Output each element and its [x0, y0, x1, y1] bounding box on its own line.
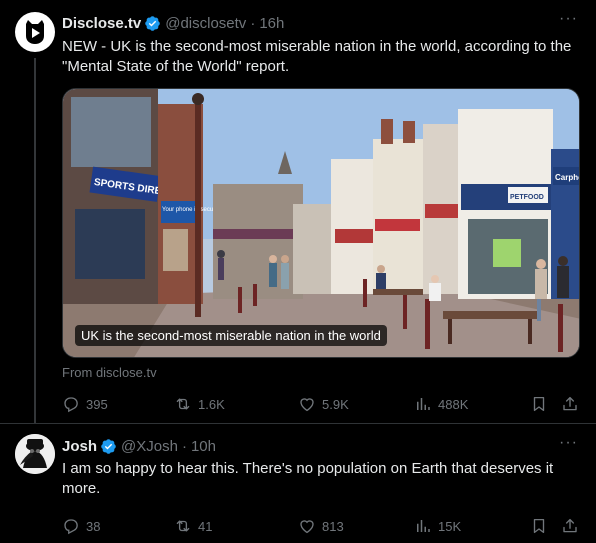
author-handle[interactable]: @XJosh [121, 438, 178, 455]
retweet-count: 41 [198, 518, 213, 534]
tweet-header: Josh @XJosh · 10h [62, 436, 216, 456]
like-button[interactable]: 5.9K [298, 394, 349, 414]
tweet-timestamp[interactable]: 10h [191, 438, 216, 455]
link-source[interactable]: From disclose.tv [62, 365, 157, 380]
tweet-text: I am so happy to hear this. There's no p… [62, 460, 554, 497]
like-count: 813 [322, 518, 344, 534]
more-options-icon[interactable]: ··· [559, 10, 578, 28]
tweet-xjosh[interactable]: Josh @XJosh · 10h ··· I am so happy to h… [0, 423, 596, 543]
share-icon [561, 517, 579, 535]
retweet-icon [174, 517, 192, 535]
disclose-logo-icon[interactable] [15, 12, 55, 52]
tweet-text: NEW - UK is the second-most miserable na… [62, 38, 572, 75]
author-handle[interactable]: @disclosetv [165, 15, 246, 32]
tweet-header: Disclose.tv @disclosetv · 16h [62, 13, 284, 33]
reply-icon [62, 395, 80, 413]
separator-dot: · [181, 437, 187, 455]
retweet-button[interactable]: 41 [174, 516, 212, 536]
carphone-sign: Carphone [555, 173, 580, 182]
petfood-sign-label: PETFOOD [510, 194, 544, 201]
reply-icon [62, 517, 80, 535]
views-button[interactable]: 488K [414, 394, 468, 414]
heart-icon [298, 395, 316, 413]
reply-button[interactable]: 395 [62, 394, 108, 414]
retweet-icon [174, 395, 192, 413]
tweet-actions: 38 41 813 15K [62, 516, 582, 536]
verified-badge-icon [100, 438, 117, 455]
share-button[interactable] [561, 516, 579, 536]
views-count: 15K [438, 518, 462, 534]
views-count: 488K [438, 396, 469, 412]
more-options-icon[interactable]: ··· [559, 434, 578, 452]
share-icon [561, 395, 579, 413]
heart-icon [298, 517, 316, 535]
plague-doctor-avatar-icon[interactable] [15, 434, 55, 474]
bookmark-icon [530, 517, 548, 535]
views-chart-icon [414, 395, 432, 413]
phone-shop-poster: Your phone in secure [162, 207, 219, 213]
tweet-media-card[interactable]: SPORTS DIRECT Your phone in secure PETFO… [62, 88, 580, 358]
verified-badge-icon [144, 15, 161, 32]
bookmark-button[interactable] [530, 516, 548, 536]
separator-dot: · [250, 14, 256, 32]
tweet-disclosetv[interactable]: Disclose.tv @disclosetv · 16h ··· NEW - … [0, 0, 596, 423]
media-caption: UK is the second-most miserable nation i… [75, 325, 387, 346]
reply-button[interactable]: 38 [62, 516, 100, 536]
street-scene-image: SPORTS DIRECT Your phone in secure PETFO… [63, 89, 580, 357]
share-button[interactable] [561, 394, 579, 414]
thread-connector-line [34, 58, 36, 423]
author-name[interactable]: Disclose.tv [62, 15, 141, 32]
bookmark-icon [530, 395, 548, 413]
views-chart-icon [414, 517, 432, 535]
author-name[interactable]: Josh [62, 438, 97, 455]
reply-count: 38 [86, 518, 101, 534]
like-button[interactable]: 813 [298, 516, 344, 536]
tweet-timestamp[interactable]: 16h [259, 15, 284, 32]
views-button[interactable]: 15K [414, 516, 461, 536]
tweet-actions: 395 1.6K 5.9K 488K [62, 394, 582, 414]
like-count: 5.9K [322, 396, 349, 412]
reply-count: 395 [86, 396, 108, 412]
retweet-button[interactable]: 1.6K [174, 394, 225, 414]
retweet-count: 1.6K [198, 396, 225, 412]
bookmark-button[interactable] [530, 394, 548, 414]
